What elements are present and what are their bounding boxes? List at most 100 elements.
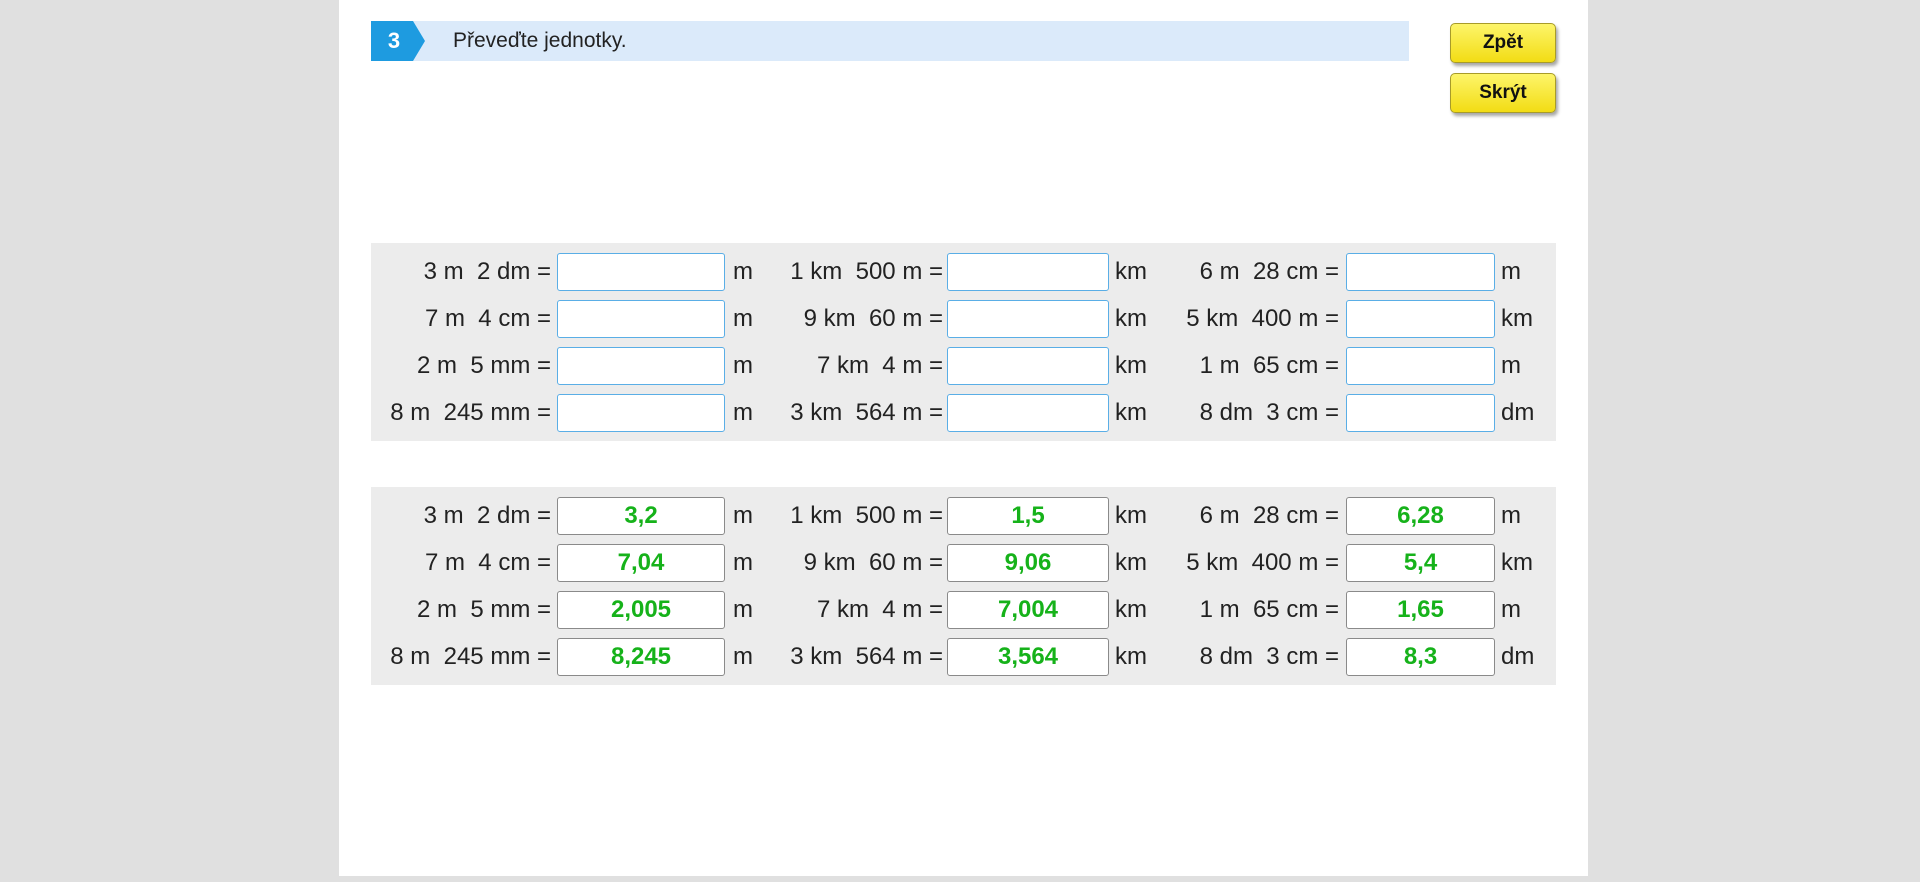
exercise-row: 3 m 2 dm = m: [371, 253, 765, 291]
answer-row: 9 km 60 m = 9,06 km: [765, 544, 1161, 582]
answer-row: 7 km 4 m = 7,004 km: [765, 591, 1161, 629]
target-unit: km: [1115, 399, 1147, 426]
conversion-expression: 8 dm 3 cm =: [1199, 399, 1339, 426]
conversion-expression: 7 m 4 cm =: [424, 305, 551, 332]
conversion-expression: 3 km 564 m =: [790, 643, 943, 670]
answer-input[interactable]: [947, 394, 1109, 432]
answer-input[interactable]: [557, 347, 725, 385]
target-unit: km: [1115, 352, 1147, 379]
target-unit: m: [733, 502, 753, 529]
exercise-row: 9 km 60 m = km: [765, 300, 1161, 338]
exercise-row: 3 km 564 m = km: [765, 394, 1161, 432]
target-unit: km: [1115, 643, 1147, 670]
answer-panel-3: 6 m 28 cm = 6,28 m 5 km 400 m = 5,4 km 1…: [1161, 487, 1556, 685]
correct-answer: 3,2: [557, 497, 725, 535]
exercise-row: 8 dm 3 cm = dm: [1161, 394, 1556, 432]
conversion-expression: 6 m 28 cm =: [1199, 258, 1339, 285]
conversion-expression: 5 km 400 m =: [1186, 305, 1339, 332]
conversion-expression: 9 km 60 m =: [803, 549, 943, 576]
target-unit: m: [733, 643, 753, 670]
conversion-expression: 9 km 60 m =: [803, 305, 943, 332]
input-panel-2: 1 km 500 m = km 9 km 60 m = km 7 km 4 m …: [765, 243, 1161, 441]
correct-answer: 3,564: [947, 638, 1109, 676]
answer-input[interactable]: [947, 300, 1109, 338]
target-unit: km: [1501, 549, 1533, 576]
conversion-expression: 2 m 5 mm =: [416, 596, 551, 623]
answer-row: 6 m 28 cm = 6,28 m: [1161, 497, 1556, 535]
exercise-row: 6 m 28 cm = m: [1161, 253, 1556, 291]
answer-row: 1 km 500 m = 1,5 km: [765, 497, 1161, 535]
target-unit: km: [1501, 305, 1533, 332]
target-unit: m: [1501, 596, 1521, 623]
target-unit: m: [733, 596, 753, 623]
answer-input[interactable]: [947, 253, 1109, 291]
conversion-expression: 7 km 4 m =: [816, 352, 943, 379]
target-unit: km: [1115, 305, 1147, 332]
answer-input[interactable]: [557, 300, 725, 338]
answer-input[interactable]: [1346, 253, 1495, 291]
conversion-expression: 3 m 2 dm =: [423, 502, 551, 529]
correct-answer: 7,04: [557, 544, 725, 582]
conversion-expression: 8 m 245 mm =: [390, 399, 551, 426]
target-unit: m: [733, 549, 753, 576]
target-unit: m: [1501, 258, 1521, 285]
correct-answer: 8,245: [557, 638, 725, 676]
target-unit: km: [1115, 258, 1147, 285]
target-unit: m: [733, 399, 753, 426]
correct-answer: 1,5: [947, 497, 1109, 535]
input-panel-1: 3 m 2 dm = m 7 m 4 cm = m 2 m 5 mm = m 8…: [371, 243, 765, 441]
answer-input[interactable]: [1346, 300, 1495, 338]
hide-button[interactable]: Skrýt: [1450, 73, 1556, 113]
answer-row: 8 m 245 mm = 8,245 m: [371, 638, 765, 676]
answer-row: 1 m 65 cm = 1,65 m: [1161, 591, 1556, 629]
exercise-row: 8 m 245 mm = m: [371, 394, 765, 432]
answer-input[interactable]: [557, 394, 725, 432]
correct-answer: 6,28: [1346, 497, 1495, 535]
answer-input[interactable]: [1346, 394, 1495, 432]
correct-answer: 7,004: [947, 591, 1109, 629]
conversion-expression: 6 m 28 cm =: [1199, 502, 1339, 529]
answer-input[interactable]: [557, 253, 725, 291]
conversion-expression: 3 m 2 dm =: [423, 258, 551, 285]
answer-row: 3 m 2 dm = 3,2 m: [371, 497, 765, 535]
task-instruction: Převeďte jednotky.: [453, 29, 627, 52]
answer-row: 7 m 4 cm = 7,04 m: [371, 544, 765, 582]
conversion-expression: 3 km 564 m =: [790, 399, 943, 426]
conversion-expression: 2 m 5 mm =: [416, 352, 551, 379]
target-unit: m: [1501, 502, 1521, 529]
correct-answer: 8,3: [1346, 638, 1495, 676]
target-unit: km: [1115, 596, 1147, 623]
target-unit: m: [733, 352, 753, 379]
conversion-expression: 5 km 400 m =: [1186, 549, 1339, 576]
correct-answer: 1,65: [1346, 591, 1495, 629]
target-unit: m: [1501, 352, 1521, 379]
answer-panel-2: 1 km 500 m = 1,5 km 9 km 60 m = 9,06 km …: [765, 487, 1161, 685]
exercise-page: 3 Převeďte jednotky. Zpět Skrýt 3 m 2 dm…: [339, 0, 1588, 876]
exercise-row: 1 km 500 m = km: [765, 253, 1161, 291]
answer-row: 8 dm 3 cm = 8,3 dm: [1161, 638, 1556, 676]
answer-row: 3 km 564 m = 3,564 km: [765, 638, 1161, 676]
target-unit: m: [733, 305, 753, 332]
conversion-expression: 7 m 4 cm =: [424, 549, 551, 576]
conversion-expression: 8 m 245 mm =: [390, 643, 551, 670]
answer-row: 5 km 400 m = 5,4 km: [1161, 544, 1556, 582]
conversion-expression: 7 km 4 m =: [816, 596, 943, 623]
task-header: 3 Převeďte jednotky.: [371, 21, 1409, 61]
task-number: 3: [387, 28, 401, 53]
exercise-row: 7 m 4 cm = m: [371, 300, 765, 338]
input-panel-3: 6 m 28 cm = m 5 km 400 m = km 1 m 65 cm …: [1161, 243, 1556, 441]
conversion-expression: 1 km 500 m =: [790, 502, 943, 529]
answer-input[interactable]: [1346, 347, 1495, 385]
exercise-row: 5 km 400 m = km: [1161, 300, 1556, 338]
target-unit: m: [733, 258, 753, 285]
answer-input[interactable]: [947, 347, 1109, 385]
correct-answer: 9,06: [947, 544, 1109, 582]
conversion-expression: 1 m 65 cm =: [1199, 352, 1339, 379]
target-unit: km: [1115, 502, 1147, 529]
target-unit: dm: [1501, 643, 1535, 670]
correct-answer: 2,005: [557, 591, 725, 629]
target-unit: dm: [1501, 399, 1535, 426]
back-button[interactable]: Zpět: [1450, 23, 1556, 63]
exercise-row: 1 m 65 cm = m: [1161, 347, 1556, 385]
conversion-expression: 8 dm 3 cm =: [1199, 643, 1339, 670]
